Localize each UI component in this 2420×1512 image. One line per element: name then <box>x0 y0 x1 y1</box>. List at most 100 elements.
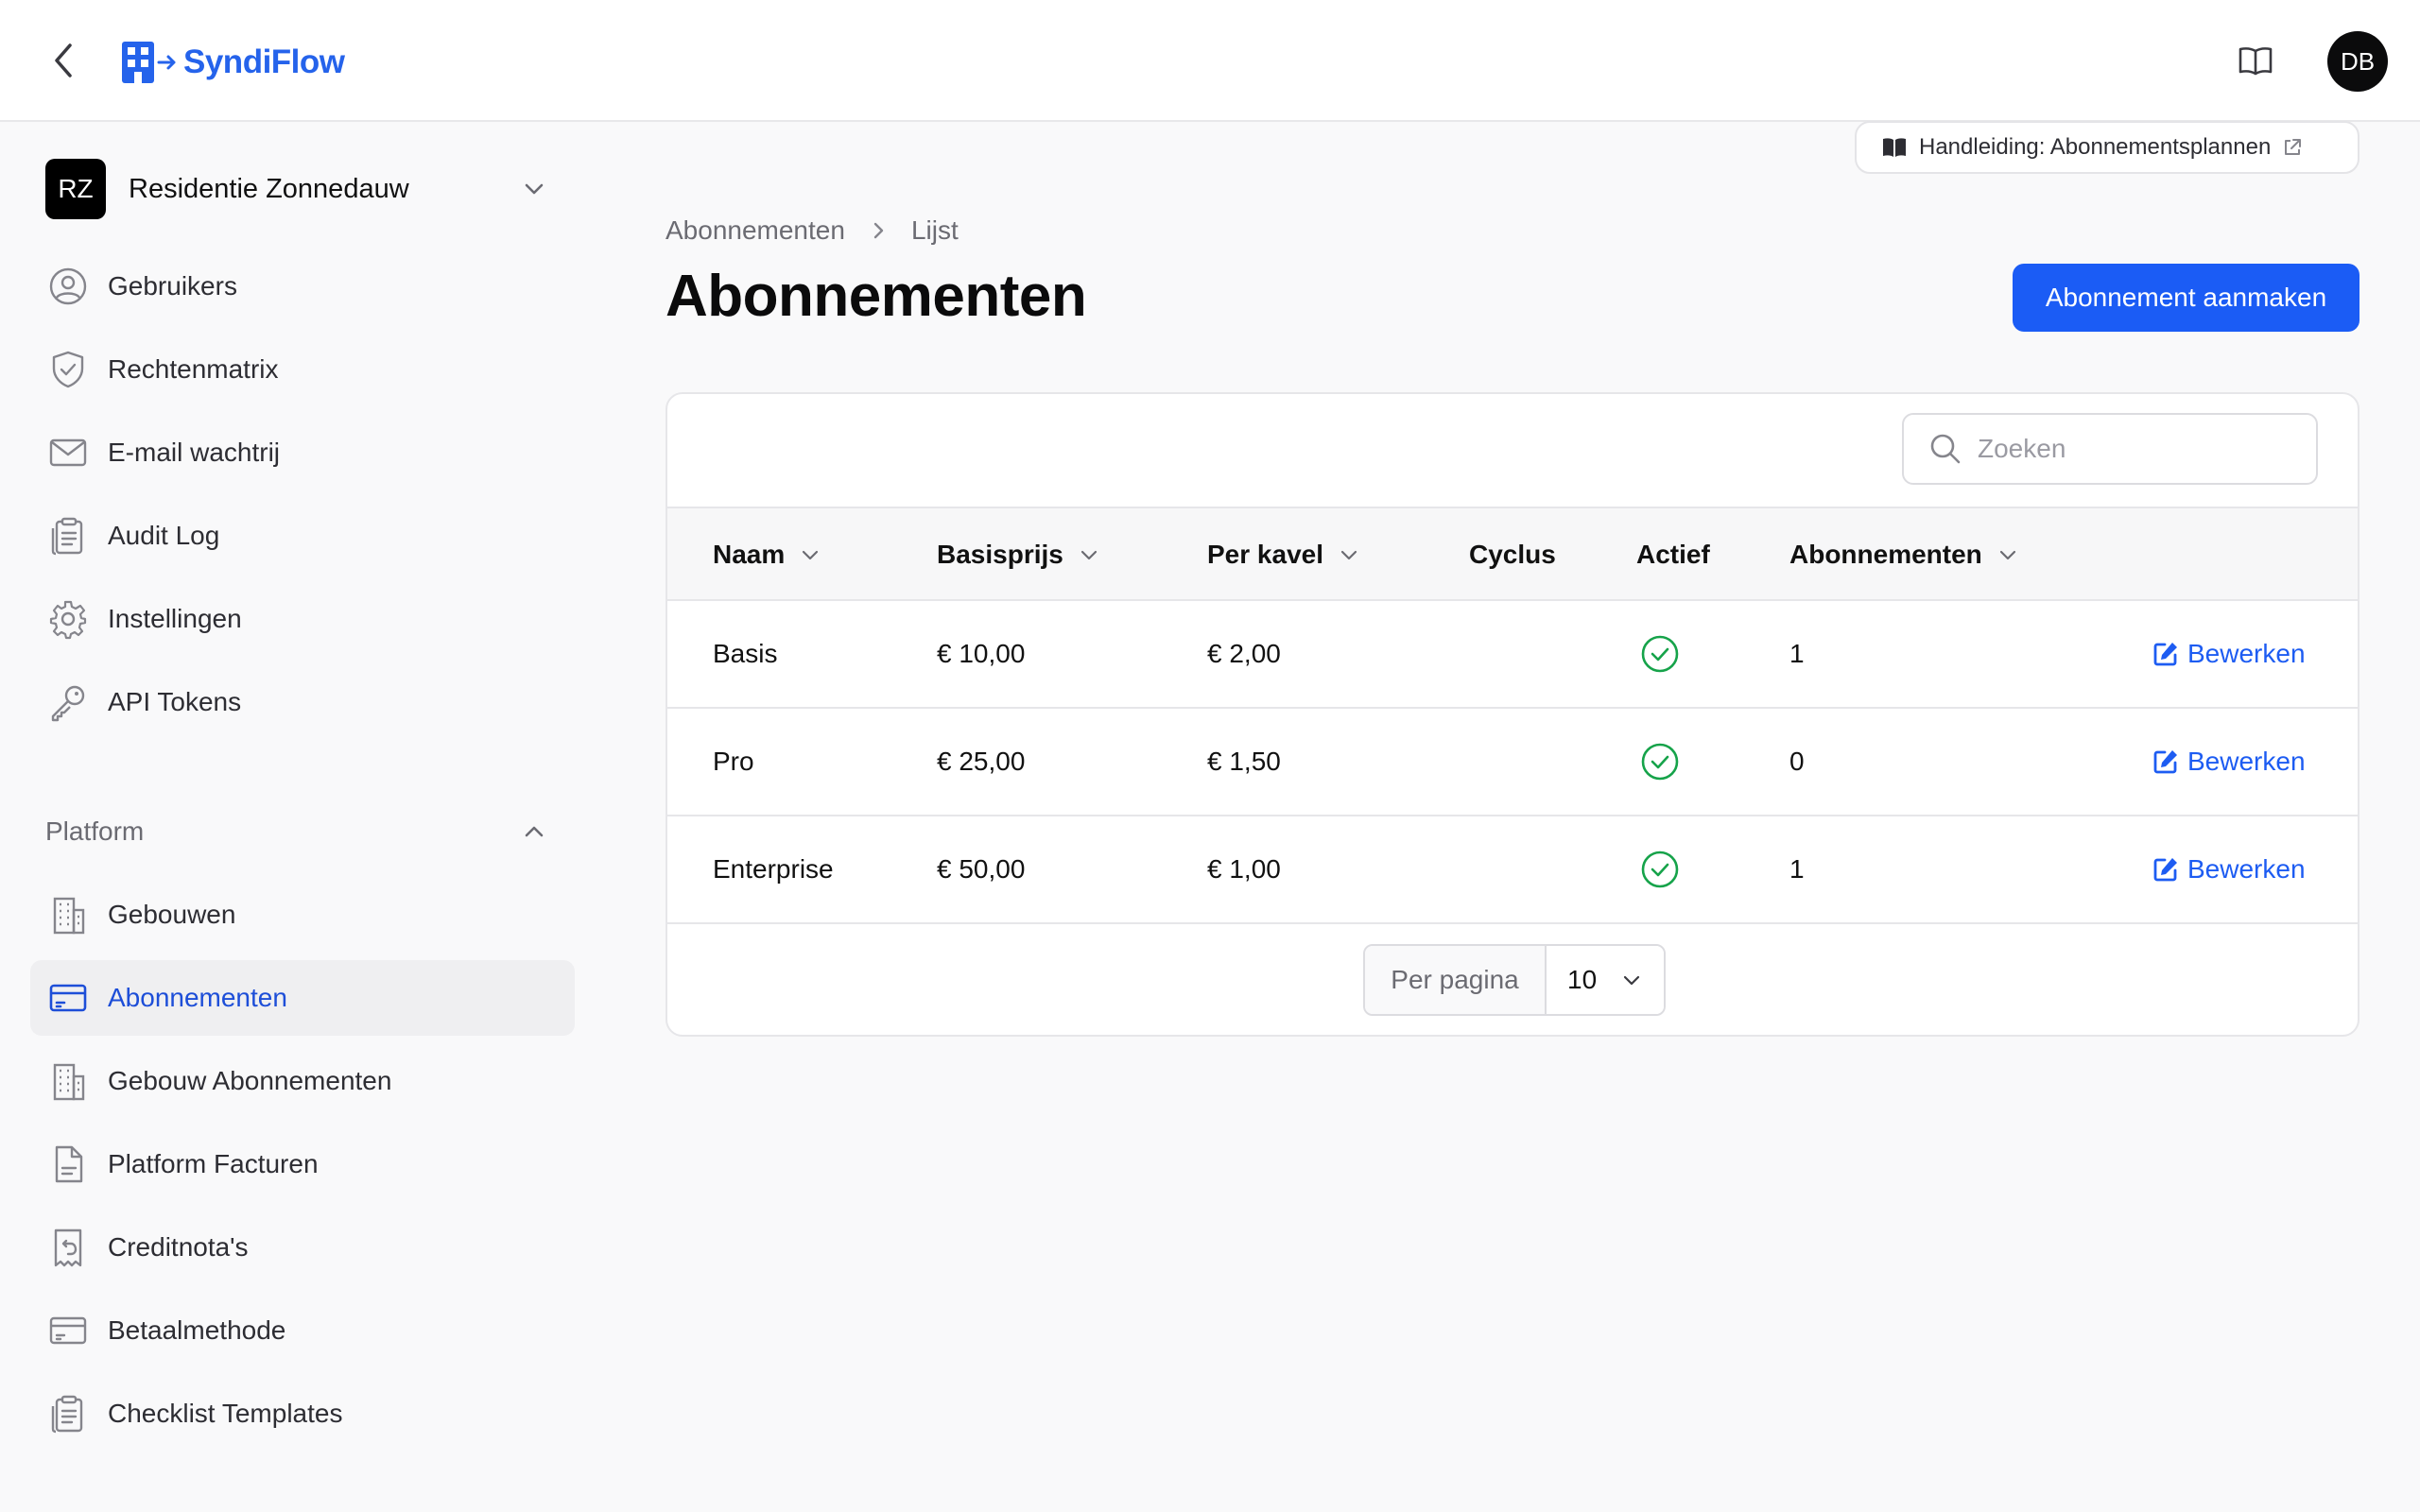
section-heading: Platform <box>45 816 145 846</box>
column-label: Cyclus <box>1469 540 1556 569</box>
edit-button[interactable]: Bewerken <box>2152 816 2306 922</box>
edit-button[interactable]: Bewerken <box>2152 709 2306 815</box>
breadcrumb-item-current: Lijst <box>910 215 959 245</box>
edit-label: Bewerken <box>2187 747 2306 776</box>
column-header-per-kavel[interactable]: Per kavel <box>1207 508 1359 601</box>
edit-label: Bewerken <box>2187 639 2306 668</box>
chevron-down-icon <box>1340 550 1357 560</box>
chevron-right-icon <box>873 222 884 239</box>
search-input[interactable] <box>1978 434 2299 464</box>
pencil-square-icon <box>2153 643 2177 666</box>
building-logo-icon <box>122 42 176 83</box>
chevron-up-icon <box>525 826 544 837</box>
sidebar-item-gebouwen[interactable]: Gebouwen <box>30 877 575 953</box>
per-page-control: Per pagina 10 <box>1363 944 1666 1016</box>
sidebar-item-abonnementen[interactable]: Abonnementen <box>30 960 575 1036</box>
key-icon <box>51 685 85 722</box>
sidebar-item-label: E-mail wachtrij <box>108 438 281 467</box>
sidebar-item-checklist-templates[interactable]: Checklist Templates <box>30 1376 575 1452</box>
user-circle-icon <box>49 267 87 305</box>
subscriptions-table-card: Naam Basisprijs Per kavel Cyclus Actief … <box>666 392 2360 1037</box>
sidebar-item-label: Gebouwen <box>108 900 236 929</box>
book-icon <box>1883 138 1906 157</box>
cell-base-price: € 25,00 <box>937 747 1026 776</box>
sidebar-item-label: Gebouw Abonnementen <box>108 1066 392 1095</box>
create-subscription-button[interactable]: Abonnement aanmaken <box>2013 264 2360 332</box>
breadcrumb-item[interactable]: Abonnementen <box>666 215 845 246</box>
table-header: Naam Basisprijs Per kavel Cyclus Actief … <box>667 507 2358 601</box>
receipt-refund-icon <box>54 1228 82 1267</box>
sidebar-item-email-queue[interactable]: E-mail wachtrij <box>30 415 575 490</box>
org-badge: RZ <box>45 159 106 219</box>
sidebar-item-rechtenmatrix[interactable]: Rechtenmatrix <box>30 332 575 407</box>
envelope-icon <box>49 438 87 467</box>
org-name: Residentie Zonnedauw <box>129 173 409 204</box>
sidebar-item-label: Gebruikers <box>108 271 237 301</box>
brand-name: SyndiFlow <box>183 43 345 80</box>
cell-name: Enterprise <box>713 854 834 884</box>
shield-check-icon <box>52 351 84 388</box>
brand-logo[interactable]: SyndiFlow <box>121 40 345 85</box>
search-box[interactable] <box>1902 413 2318 485</box>
sidebar-item-audit-log[interactable]: Audit Log <box>30 498 575 574</box>
clipboard-icon <box>51 517 83 556</box>
column-label: Actief <box>1636 540 1710 569</box>
pencil-square-icon <box>2153 750 2177 774</box>
sidebar-item-gebruikers[interactable]: Gebruikers <box>30 249 575 324</box>
gear-icon <box>49 600 87 640</box>
cell-per-lot: € 2,00 <box>1207 639 1281 668</box>
credit-card-icon <box>49 984 87 1012</box>
chevron-left-icon <box>55 43 72 77</box>
sidebar-item-label: Instellingen <box>108 604 242 633</box>
pencil-square-icon <box>2153 858 2177 882</box>
cell-per-lot: € 1,50 <box>1207 747 1281 776</box>
sidebar-item-platform-facturen[interactable]: Platform Facturen <box>30 1126 575 1202</box>
column-header-basisprijs[interactable]: Basisprijs <box>937 508 1099 601</box>
per-page-select[interactable]: 10 <box>1547 946 1664 1014</box>
external-link-icon <box>2285 139 2302 155</box>
organization-switcher[interactable]: RZ Residentie Zonnedauw <box>45 159 556 219</box>
platform-section-toggle[interactable]: Platform <box>45 809 556 854</box>
search-icon <box>1930 434 1961 464</box>
chevron-down-icon <box>525 183 544 195</box>
chevron-down-icon <box>1624 975 1640 986</box>
per-page-label: Per pagina <box>1365 946 1547 1014</box>
cell-base-price: € 10,00 <box>937 639 1026 668</box>
edit-button[interactable]: Bewerken <box>2152 601 2306 707</box>
chevron-down-icon <box>803 550 819 560</box>
back-button[interactable] <box>47 40 81 81</box>
building-icon <box>53 1063 85 1101</box>
sidebar-item-instellingen[interactable]: Instellingen <box>30 581 575 657</box>
per-page-value: 10 <box>1567 965 1598 994</box>
check-circle-icon <box>1641 850 1679 888</box>
credit-card-icon <box>49 1316 87 1345</box>
chevron-down-icon <box>1999 550 2015 560</box>
sidebar-item-label: Rechtenmatrix <box>108 354 279 384</box>
table-row: Enterprise € 50,00 € 1,00 1 Bewerken <box>667 816 2358 924</box>
building-icon <box>53 897 85 935</box>
column-label: Naam <box>713 540 786 569</box>
sidebar-item-label: API Tokens <box>108 687 242 716</box>
document-icon <box>55 1145 83 1183</box>
column-header-cyclus: Cyclus <box>1469 508 1556 601</box>
sidebar-item-label: Platform Facturen <box>108 1149 319 1178</box>
sidebar-item-gebouw-abonnementen[interactable]: Gebouw Abonnementen <box>30 1043 575 1119</box>
documentation-button[interactable] <box>2237 42 2274 79</box>
breadcrumb: Abonnementen Lijst <box>666 214 959 248</box>
book-open-icon <box>2238 47 2273 76</box>
sidebar-item-betaalmethode[interactable]: Betaalmethode <box>30 1293 575 1368</box>
chevron-down-icon <box>1080 550 1097 560</box>
column-header-abonnementen[interactable]: Abonnementen <box>1789 508 2018 601</box>
table-row: Basis € 10,00 € 2,00 1 Bewerken <box>667 601 2358 709</box>
sidebar-item-label: Betaalmethode <box>108 1315 286 1345</box>
cell-base-price: € 50,00 <box>937 854 1026 884</box>
user-avatar[interactable]: DB <box>2327 31 2388 92</box>
sidebar-item-api-tokens[interactable]: API Tokens <box>30 664 575 740</box>
column-label: Basisprijs <box>937 540 1063 569</box>
cell-subscriptions-count: 1 <box>1789 854 1805 884</box>
guide-link-button[interactable]: Handleiding: Abonnementsplannen <box>1855 121 2360 174</box>
column-header-naam[interactable]: Naam <box>713 508 821 601</box>
sidebar-item-creditnotas[interactable]: Creditnota's <box>30 1210 575 1285</box>
top-bar: SyndiFlow DB <box>0 0 2420 122</box>
column-header-actief: Actief <box>1636 508 1710 601</box>
